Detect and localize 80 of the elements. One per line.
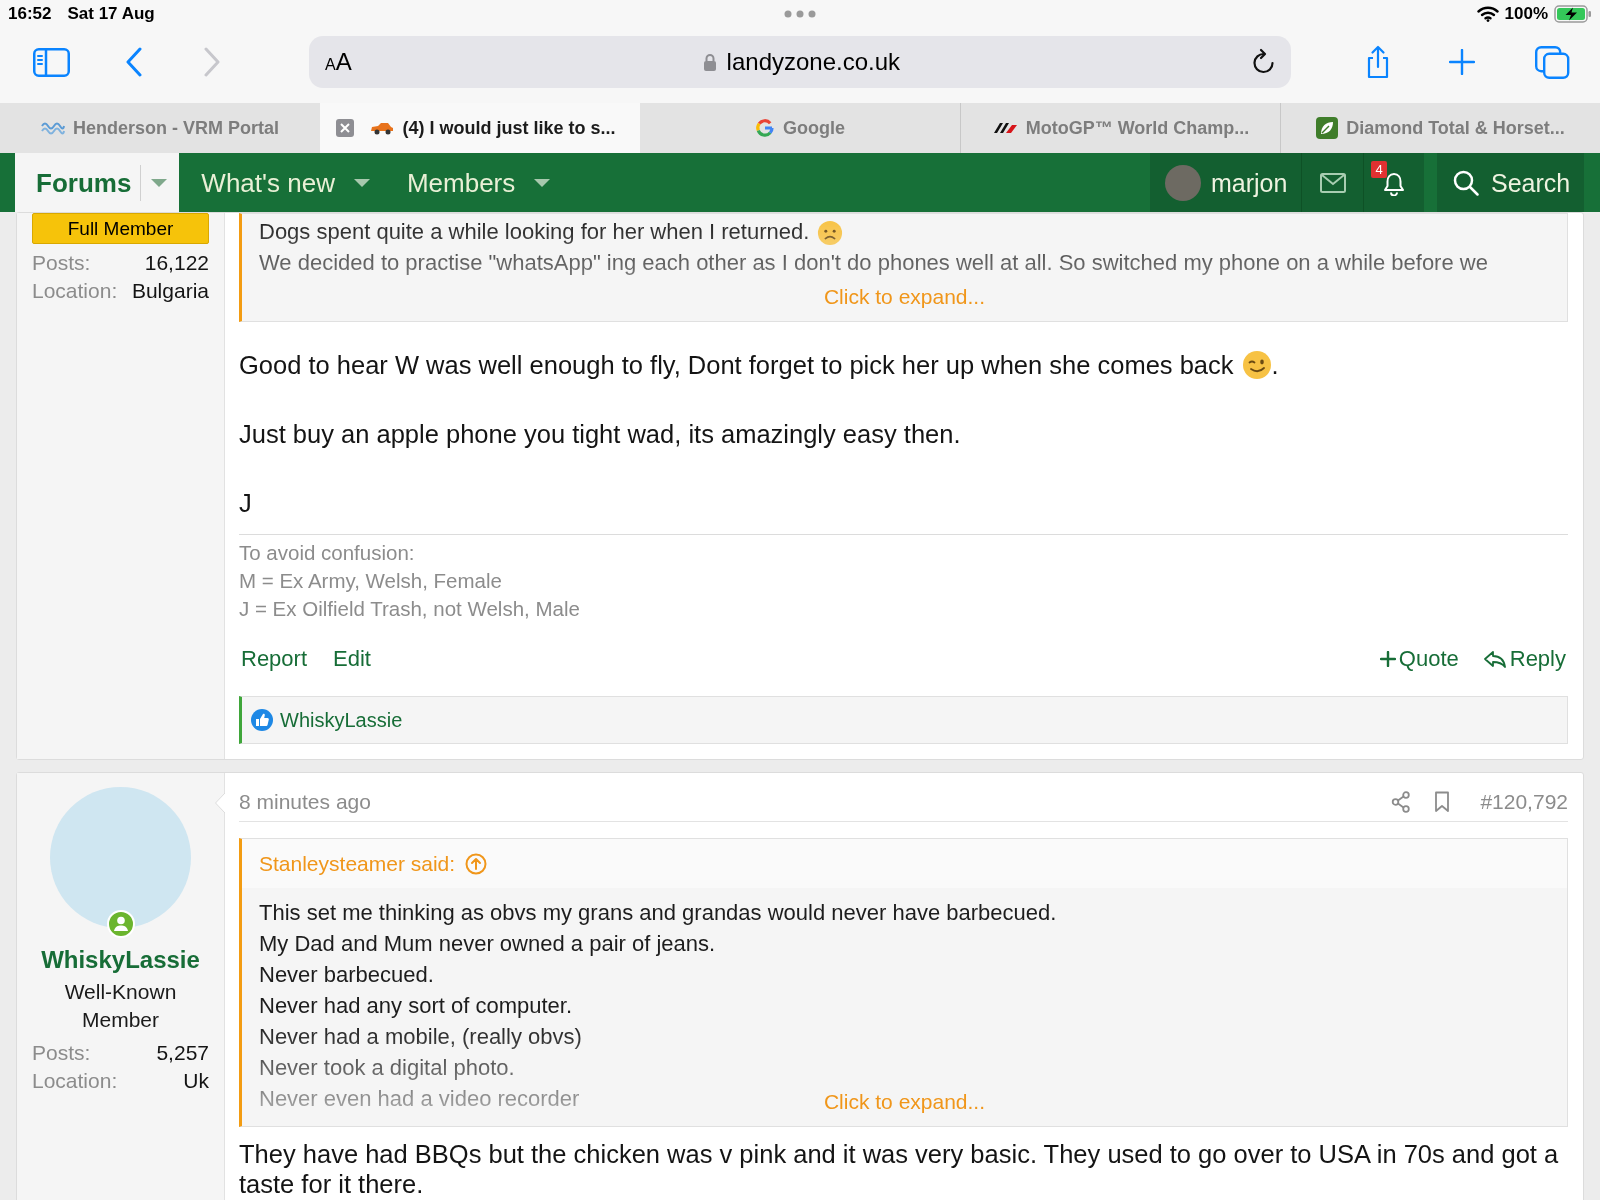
quote-text: Dogs spent quite a while looking for her when I returned. — [259, 219, 810, 244]
nav-tab[interactable]: What's new — [179, 153, 385, 212]
post-text: Good to hear W was well enough to fly, Dont forget to pick her up when she comes back — [239, 351, 1234, 379]
bell-icon — [1383, 171, 1405, 196]
stat-value: 5,257 — [156, 1040, 209, 1067]
post-number-link[interactable]: #120,792 — [1480, 788, 1568, 817]
stat-label: Posts: — [32, 250, 91, 276]
quote-text: Never had a mobile, (really obvs) — [259, 1024, 582, 1050]
leaf-icon — [1316, 117, 1339, 139]
quote-text: Never took a digital photo. — [259, 1055, 515, 1081]
stat-value: 16,122 — [144, 250, 209, 276]
up-arrow-circle-icon[interactable] — [465, 852, 488, 875]
thumbs-up-icon — [251, 709, 273, 732]
url-text[interactable]: landyzone.co.uk — [726, 47, 901, 77]
signature-text: To avoid confusion: — [239, 540, 416, 567]
more-dots-icon[interactable] — [784, 10, 816, 18]
g-logo-icon — [755, 118, 775, 138]
caret-icon[interactable] — [352, 177, 371, 188]
racing-logo-icon — [991, 121, 1018, 135]
winking-face-icon — [1241, 350, 1272, 381]
alerts-button[interactable]: 4 — [1363, 153, 1424, 212]
address-bar[interactable]: AA landyzone.co.uk — [309, 36, 1291, 88]
stat-value: Bulgaria — [131, 278, 209, 304]
caret-icon[interactable] — [150, 177, 169, 188]
close-icon[interactable] — [336, 119, 354, 137]
stat-value: Uk — [183, 1068, 209, 1095]
notification-badge: 4 — [1371, 161, 1387, 178]
user-banner: Full Member — [32, 213, 209, 244]
post-text: They have had BBQs but the chicken was v pink and it was very basic. They used to go over to USA in 70s and got a taste for it there. — [239, 1140, 1559, 1199]
reply-arrow-icon — [1482, 649, 1507, 670]
quote-text: Never even had a video recorder — [259, 1086, 580, 1112]
quote-button[interactable]: Quote — [1379, 645, 1459, 674]
car-icon — [370, 121, 395, 135]
quote-text: My Dad and Mum never owned a pair of jeans. — [259, 931, 716, 957]
post-action-link[interactable]: Report — [241, 645, 308, 674]
post-time[interactable]: 8 minutes ago — [239, 788, 371, 817]
sidebar-icon[interactable] — [33, 47, 70, 77]
battery-percent: 100% — [1504, 4, 1548, 24]
quote-text: Never barbecued. — [259, 962, 434, 988]
stat-label: Location: — [32, 278, 118, 304]
messages-button[interactable] — [1301, 153, 1363, 212]
avatar-photo — [1165, 164, 1201, 201]
signature-text: M = Ex Army, Welsh, Female — [239, 568, 503, 595]
share-icon[interactable] — [1365, 45, 1391, 79]
quote-text: This set me thinking as obvs my grans and grandas would never have barbecued. — [259, 900, 1057, 926]
envelope-icon — [1319, 172, 1346, 193]
sad-face-icon — [817, 220, 844, 247]
quote-text: We decided to practise "whatsApp" ing each other as I don't do phones well at all. So switched my phone on a while before we — [259, 250, 1488, 275]
quote-text: Never had any sort of computer. — [259, 993, 573, 1019]
reply-button[interactable]: Reply — [1482, 645, 1566, 674]
tabs-overview-icon[interactable] — [1535, 45, 1570, 79]
wave-icon — [41, 120, 65, 136]
plus-icon — [1379, 651, 1396, 668]
post-text: . — [1271, 351, 1279, 379]
nav-tab[interactable]: Members — [384, 153, 566, 212]
username[interactable]: WhiskyLassie — [32, 944, 209, 977]
user-title: Well-Known Member — [63, 979, 178, 1034]
lock-icon — [702, 52, 717, 72]
battery-icon — [1554, 5, 1592, 23]
caret-icon[interactable] — [533, 177, 552, 188]
user-menu-button[interactable]: marjon — [1150, 153, 1301, 212]
stat-label: Posts: — [32, 1040, 91, 1067]
status-time: 16:52 — [8, 4, 52, 24]
status-date: Sat 17 Aug — [67, 4, 155, 24]
share-icon[interactable] — [1391, 791, 1412, 814]
browser-tab[interactable]: (4) I would just like to s... — [320, 103, 640, 153]
plus-icon[interactable] — [1449, 49, 1475, 75]
post-text: Just buy an apple phone you tight wad, its amazingly easy then. — [239, 420, 961, 449]
back-icon[interactable] — [125, 47, 143, 77]
search-icon — [1453, 169, 1479, 196]
wifi-icon — [1476, 6, 1499, 22]
stat-label: Location: — [32, 1068, 118, 1095]
reaction-user-link[interactable]: WhiskyLassie — [280, 707, 403, 734]
bookmark-icon[interactable] — [1434, 791, 1451, 814]
nav-tab[interactable]: Forums — [15, 153, 180, 212]
post-action-link[interactable]: Edit — [333, 645, 371, 674]
text-size-button[interactable]: AA — [325, 50, 352, 74]
search-button[interactable]: Search — [1437, 153, 1584, 212]
signature-text: J = Ex Oilfield Trash, not Welsh, Male — [239, 596, 581, 623]
post-text: J — [239, 489, 252, 518]
